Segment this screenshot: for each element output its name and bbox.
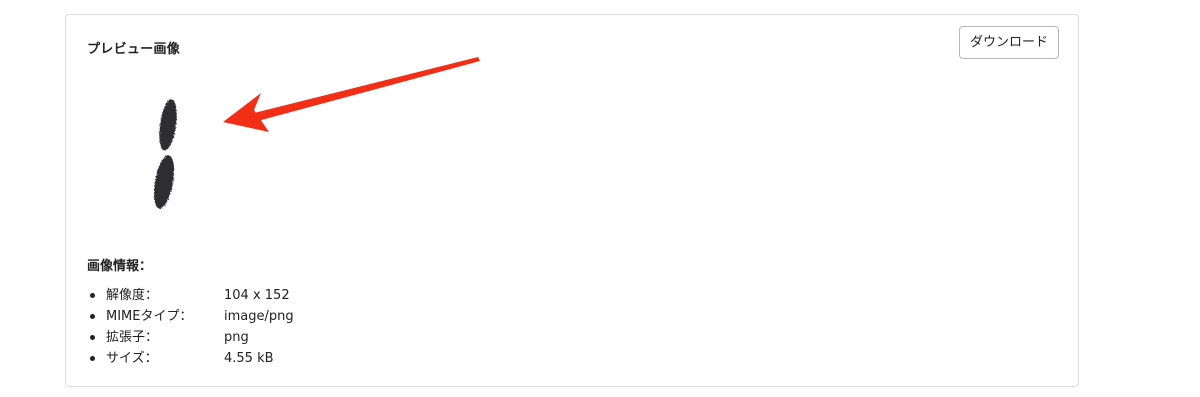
preview-image: [153, 99, 177, 209]
info-label: 拡張子：: [106, 330, 159, 345]
info-value: 104 x 152: [224, 288, 290, 303]
bullet-icon: [90, 293, 95, 298]
bullet-icon: [90, 314, 95, 319]
bullet-icon: [90, 335, 95, 340]
info-label: MIMEタイプ：: [106, 309, 193, 324]
info-label: 解像度：: [106, 288, 159, 303]
info-item-extension: 拡張子： png: [87, 327, 294, 348]
info-value: 4.55 kB: [224, 351, 274, 366]
info-item-resolution: 解像度： 104 x 152: [87, 285, 294, 306]
image-info-list: 解像度： 104 x 152 MIMEタイプ： image/png 拡張子： p…: [87, 285, 294, 369]
image-info-heading: 画像情報：: [87, 259, 153, 274]
annotation-arrow: [223, 57, 480, 132]
bullet-icon: [90, 356, 95, 361]
preview-area: [153, 57, 480, 209]
download-button[interactable]: ダウンロード: [958, 26, 1059, 59]
info-item-mime-type: MIMEタイプ： image/png: [87, 306, 294, 327]
preview-title: プレビュー画像: [87, 42, 181, 57]
preview-stroke-bottom: [153, 155, 175, 209]
preview-stroke-top: [159, 99, 177, 151]
info-value: png: [224, 330, 249, 345]
image-preview-card: プレビュー画像 ダウンロード 画像情報： 解像度： 104 x 152 MIME…: [65, 14, 1079, 387]
arrow-head: [223, 93, 269, 132]
info-value: image/png: [224, 309, 294, 324]
info-item-size: サイズ： 4.55 kB: [87, 348, 294, 369]
arrow-shaft: [250, 57, 480, 122]
info-label: サイズ：: [106, 351, 158, 366]
